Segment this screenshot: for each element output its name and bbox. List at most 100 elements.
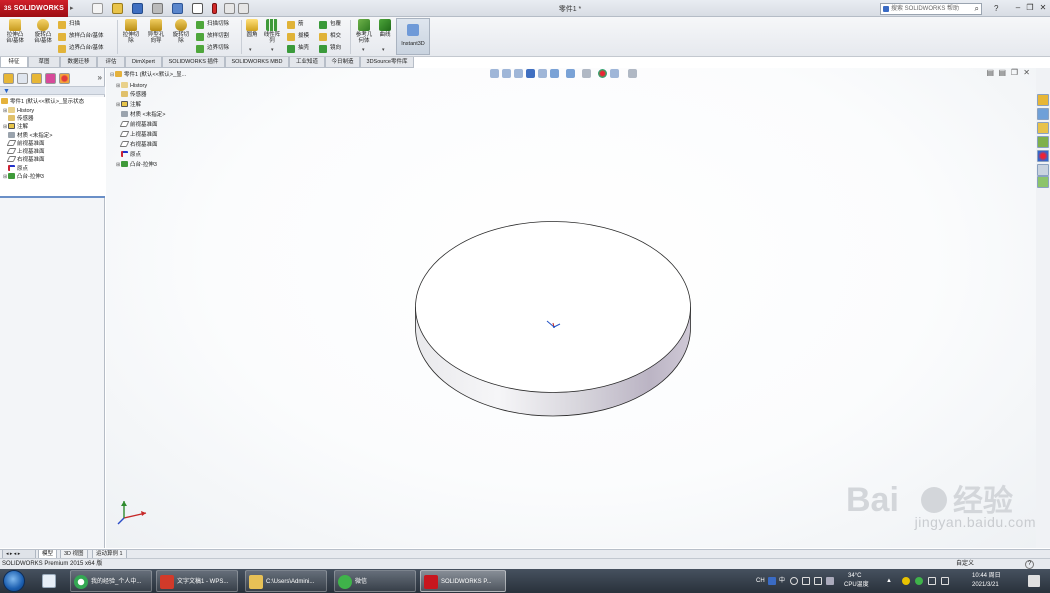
lofted-cut-button[interactable]: 放样切割 xyxy=(196,31,229,42)
open-folder-icon[interactable] xyxy=(112,3,123,14)
view-palette-icon[interactable] xyxy=(1037,136,1049,148)
revolve-cut-button[interactable]: 旋转切 除 xyxy=(170,19,192,44)
status-help-icon[interactable]: ? xyxy=(1025,560,1034,569)
previous-view-icon[interactable] xyxy=(514,69,523,78)
tree-item-sensors[interactable]: 传感器 xyxy=(3,115,34,123)
boundary-cut-button[interactable]: 边界切除 xyxy=(196,43,229,54)
solidworks-resources-icon[interactable] xyxy=(1037,94,1049,106)
language-indicator[interactable]: CH xyxy=(756,577,765,585)
fillet-dropdown-icon[interactable]: ▾ xyxy=(249,47,252,53)
forum-icon[interactable] xyxy=(1037,176,1049,188)
section-view-icon[interactable] xyxy=(526,69,535,78)
options-icon[interactable] xyxy=(238,3,249,14)
flyout-tree-root[interactable]: ⊟ 零件1 (默认<<默认>_显... xyxy=(110,71,186,79)
split-view-icon[interactable]: ▤ xyxy=(986,68,994,77)
unit-system-selector[interactable]: 自定义 xyxy=(956,559,974,569)
flyout-item-annotations[interactable]: ⊞ 注解 xyxy=(116,101,141,109)
tree-item-annotations[interactable]: ⊞ 注解 xyxy=(3,123,28,131)
rebuild-icon[interactable] xyxy=(212,3,217,14)
revolve-boss-button[interactable]: 旋转凸 台/基体 xyxy=(30,19,56,44)
instant3d-button[interactable]: Instant3D xyxy=(396,18,430,55)
network-icon[interactable] xyxy=(928,577,936,585)
hole-wizard-button[interactable]: 异型孔 向导 xyxy=(145,19,167,44)
restore-button[interactable]: ❐ xyxy=(1025,3,1035,13)
save-icon[interactable] xyxy=(132,3,143,14)
loft-button[interactable]: 放样凸台/基体 xyxy=(58,31,104,42)
viewport-restore-icon[interactable]: ❐ xyxy=(1011,68,1018,77)
undo-icon[interactable] xyxy=(172,3,183,14)
clock-date[interactable]: 2021/3/21 xyxy=(972,581,999,589)
graphics-area[interactable]: ▤ ▤ ❐ ✕ ⊟ 零件1 (默认<<默认>_显... ⊞ History 传感器 … xyxy=(106,68,1036,548)
file-explorer-icon[interactable] xyxy=(1037,122,1049,134)
boundary-boss-button[interactable]: 边界凸台/基体 xyxy=(58,43,104,54)
antivirus-icon[interactable] xyxy=(902,577,910,585)
display-manager-icon[interactable] xyxy=(59,73,70,84)
flyout-item-sensors[interactable]: 传感器 xyxy=(116,91,147,99)
tab-sketch[interactable]: 草图 xyxy=(28,57,60,68)
help-icon[interactable]: ? xyxy=(994,3,998,14)
tab-data-migration[interactable]: 数据迁移 xyxy=(60,57,97,68)
wrap-button[interactable]: 包覆 xyxy=(319,19,341,30)
tab-evaluate[interactable]: 评估 xyxy=(97,57,125,68)
tab-3dsource[interactable]: 3DSource零件库 xyxy=(360,57,414,68)
zoom-to-fit-icon[interactable] xyxy=(490,69,499,78)
taskbar-app-browser[interactable]: 我的经验_个人中... xyxy=(70,570,152,592)
flyout-item-material[interactable]: 材质 <未指定> xyxy=(116,111,165,119)
linear-pattern-button[interactable]: 线性阵 列 xyxy=(262,19,282,44)
reference-geometry-button[interactable]: 参考几 何体 xyxy=(353,19,375,44)
tree-item-history[interactable]: ⊞ History xyxy=(3,107,34,115)
panel-expand-icon[interactable]: » xyxy=(98,73,102,82)
shell-button[interactable]: 抽壳 xyxy=(287,43,309,54)
ime-icon[interactable] xyxy=(768,577,776,585)
dimxpert-manager-icon[interactable] xyxy=(45,73,56,84)
help-search-input[interactable]: 搜索 SOLIDWORKS 帮助 ⌕ xyxy=(880,3,982,15)
hide-show-items-icon[interactable] xyxy=(582,69,591,78)
zoom-to-area-icon[interactable] xyxy=(502,69,511,78)
minimize-button[interactable]: – xyxy=(1013,3,1023,13)
tab-solidworks-mbd[interactable]: SOLIDWORKS MBD xyxy=(225,57,289,68)
tab-features[interactable]: 特征 xyxy=(0,57,28,68)
taskbar-app-wechat[interactable]: 微信 xyxy=(334,570,416,592)
extrude-boss-button[interactable]: 拉伸凸 台/基体 xyxy=(2,19,28,44)
taskbar-app-solidworks[interactable]: SOLIDWORKS P... xyxy=(420,570,506,592)
display-style-icon[interactable] xyxy=(566,69,575,78)
flyout-item-boss-extrude[interactable]: ⊞ 凸台-拉伸3 xyxy=(116,161,157,169)
punctuation-icon[interactable] xyxy=(790,577,798,585)
view-settings-icon[interactable] xyxy=(628,69,637,78)
flyout-item-top-plane[interactable]: 上视基准面 xyxy=(116,131,158,139)
pattern-dropdown-icon[interactable]: ▾ xyxy=(271,47,274,53)
view-orientation-icon[interactable] xyxy=(550,69,559,78)
file-properties-icon[interactable] xyxy=(224,3,235,14)
intersect-button[interactable]: 相交 xyxy=(319,31,341,42)
flyout-item-history[interactable]: ⊞ History xyxy=(116,82,147,90)
extrude-cut-button[interactable]: 拉伸切 除 xyxy=(120,19,142,44)
curves-dropdown-icon[interactable]: ▾ xyxy=(382,47,385,53)
property-manager-icon[interactable] xyxy=(17,73,28,84)
notification-icon[interactable] xyxy=(1028,575,1040,587)
extruded-cylinder-model[interactable] xyxy=(414,220,694,420)
viewport-close-icon[interactable]: ✕ xyxy=(1023,68,1030,77)
tree-item-front-plane[interactable]: 前视基准面 xyxy=(3,140,45,148)
configuration-manager-icon[interactable] xyxy=(31,73,42,84)
tree-item-top-plane[interactable]: 上视基准面 xyxy=(3,148,45,156)
new-document-icon[interactable] xyxy=(92,3,103,14)
tab-solidworks-addins[interactable]: SOLIDWORKS 插件 xyxy=(162,57,225,68)
wechat-tray-icon[interactable] xyxy=(915,577,923,585)
tree-filter[interactable]: ▼ xyxy=(0,86,105,95)
apply-scene-icon[interactable] xyxy=(610,69,619,78)
tree-item-origin[interactable]: 原点 xyxy=(3,165,28,173)
dynamic-annotation-icon[interactable] xyxy=(538,69,547,78)
viewport-menu-icon[interactable]: ▤ xyxy=(998,68,1006,77)
flyout-item-right-plane[interactable]: 右视基准面 xyxy=(116,141,158,149)
tree-item-boss-extrude[interactable]: ⊞ 凸台-拉伸3 xyxy=(3,173,44,181)
tree-item-right-plane[interactable]: 右视基准面 xyxy=(3,156,45,164)
close-button[interactable]: ✕ xyxy=(1038,3,1048,13)
tree-item-material[interactable]: 材质 <未指定> xyxy=(3,132,52,140)
pinned-explorer[interactable] xyxy=(38,570,60,592)
reference-dropdown-icon[interactable]: ▾ xyxy=(362,47,365,53)
design-library-icon[interactable] xyxy=(1037,108,1049,120)
ime-mode[interactable]: 中 xyxy=(779,577,785,585)
menu-arrow-icon[interactable]: ▸ xyxy=(70,4,80,13)
flyout-item-origin[interactable]: 原点 xyxy=(116,151,141,159)
volume-icon[interactable] xyxy=(941,577,949,585)
